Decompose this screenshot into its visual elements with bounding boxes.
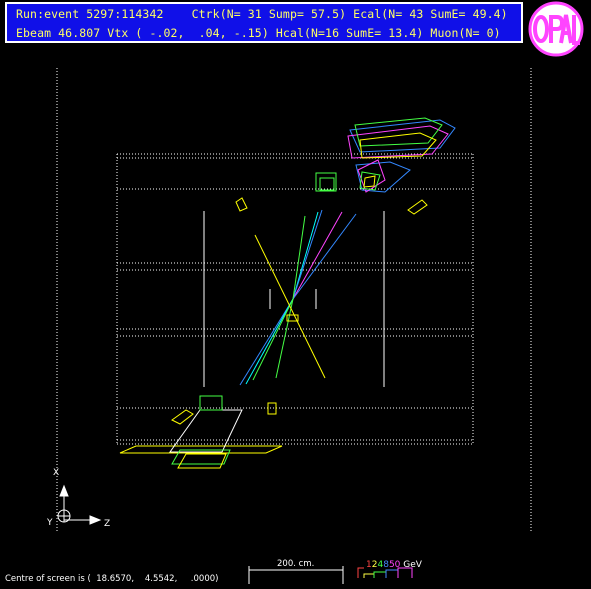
hcal-info: Hcal(N=16 SumE= 13.4) [275, 26, 424, 40]
header-line-1: Run:event 5297:114342 Ctrk(N= 31 Sump= 5… [16, 7, 508, 21]
outer-boundary [56, 68, 532, 533]
tracks [239, 209, 357, 386]
axis-label-x: X [53, 468, 60, 478]
scale-label: 200. cm. [277, 559, 315, 569]
event-info-panel: Run:event 5297:114342 Ctrk(N= 31 Sump= 5… [5, 2, 523, 43]
ctrk-info: Ctrk(N= 31 Sump= 57.5) [191, 7, 347, 21]
axis-label-y: Y [47, 518, 53, 528]
opal-logo [528, 1, 584, 57]
run-event: Run:event 5297:114342 [16, 7, 164, 21]
centre-of-screen: Centre of screen is ( 18.6570, 4.5542, .… [5, 574, 219, 584]
axis-indicator [57, 484, 102, 525]
energy-label-50: 50 [388, 560, 401, 570]
muon-info: Muon(N= 0) [430, 26, 501, 40]
ecal-info: Ecal(N= 43 SumE= 49.4) [353, 7, 508, 21]
beam-vtx-info: Ebeam 46.807 Vtx ( -.02, .04, -.15) [16, 26, 269, 40]
energy-scale-labels: 124850 GeV [366, 560, 422, 570]
jet-chamber [203, 211, 385, 387]
energy-label-unit: GeV [400, 560, 422, 570]
chamber-outline [116, 153, 474, 445]
calo-upper [235, 117, 456, 215]
event-display [56, 68, 532, 584]
header-line-2: Ebeam 46.807 Vtx ( -.02, .04, -.15) Hcal… [16, 26, 501, 40]
axis-label-z: Z [104, 519, 111, 529]
